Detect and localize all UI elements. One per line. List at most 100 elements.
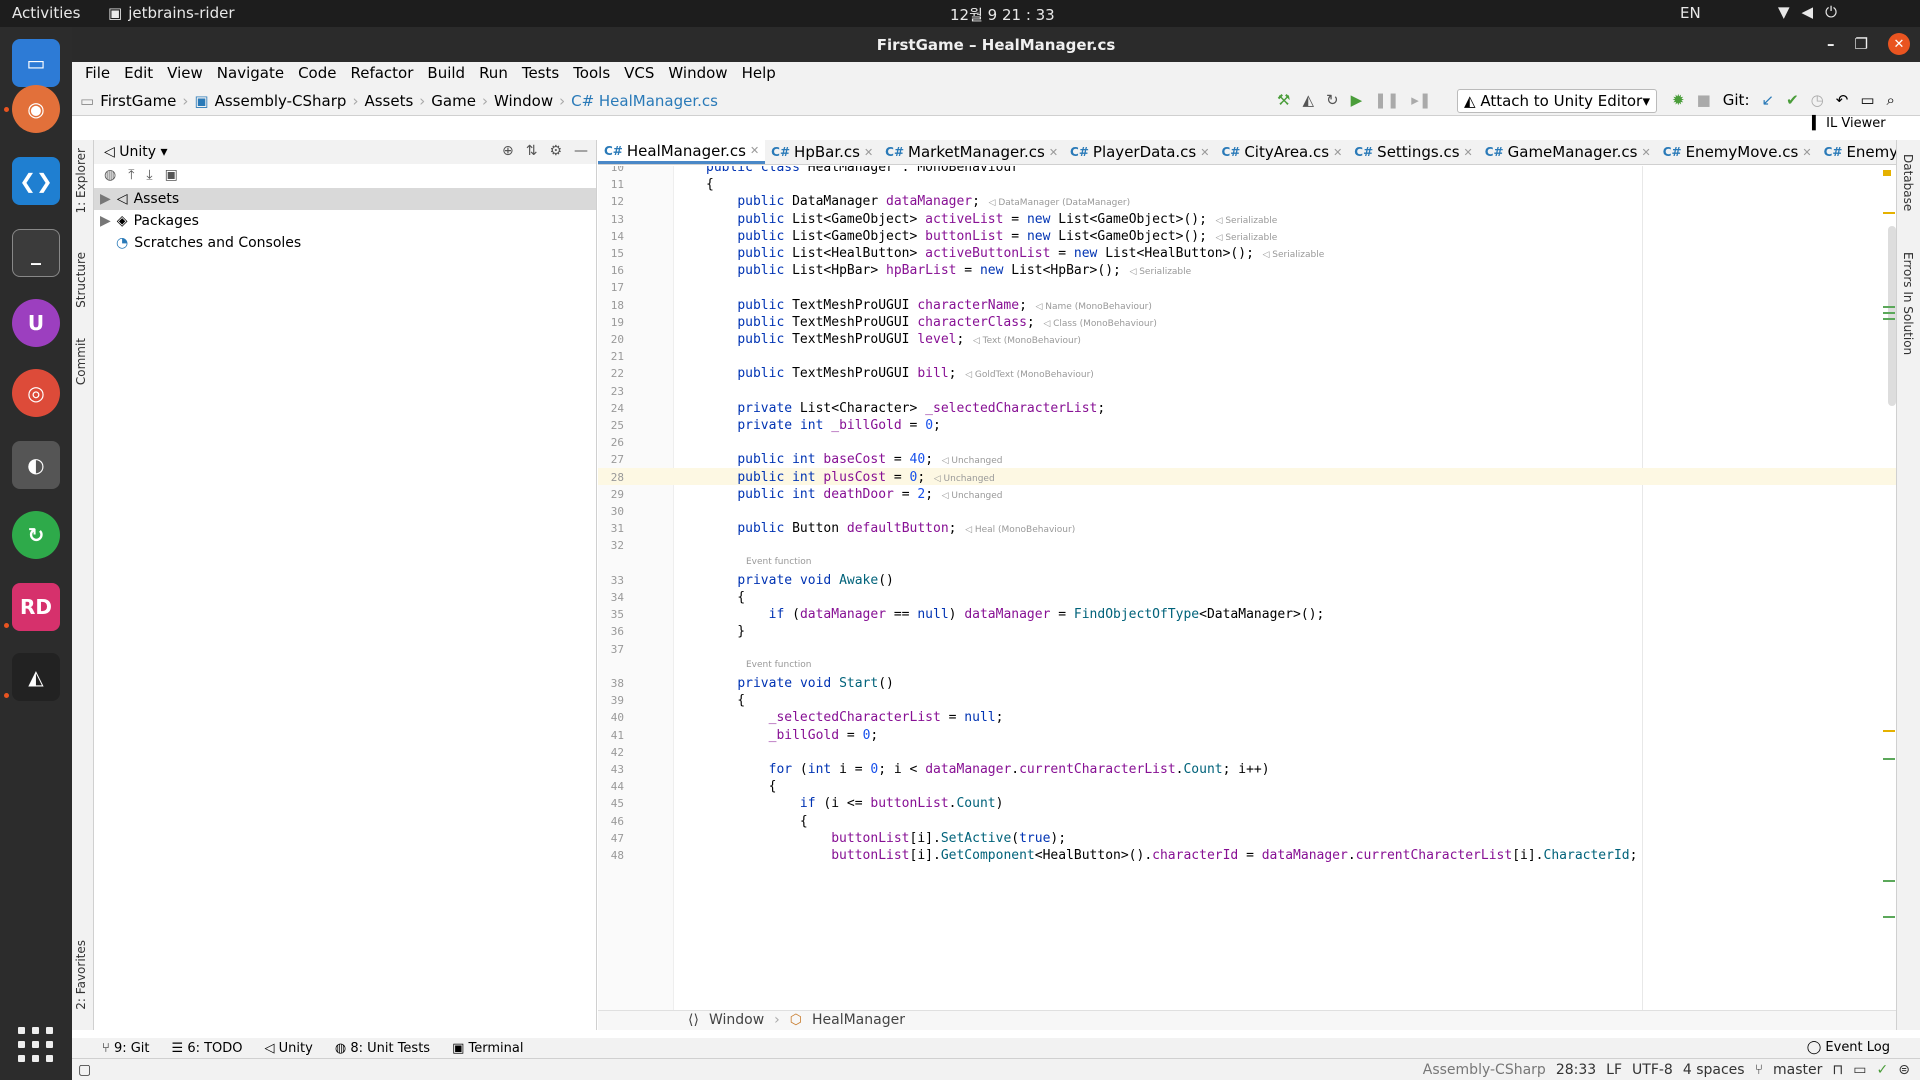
tab-git[interactable]: ⑂ 9: Git (102, 1041, 150, 1056)
search-icon[interactable]: ⌕ (1887, 91, 1895, 109)
line-number[interactable]: 20 (598, 333, 624, 346)
code-line[interactable]: 48 buttonList[i].GetComponent<HealButton… (598, 846, 1896, 863)
terminal-icon[interactable]: _ (12, 229, 60, 277)
close-icon[interactable]: ✕ (1200, 146, 1209, 159)
code-line[interactable]: 34 { (598, 588, 1896, 605)
breadcrumb-file[interactable]: C# HealManager.cs (571, 92, 718, 110)
code-text[interactable]: public DataManager dataManager; ◁ DataMa… (706, 194, 1130, 209)
line-number[interactable]: 33 (598, 574, 624, 587)
code-line[interactable]: 31 public Button defaultButton; ◁ Heal (… (598, 519, 1896, 536)
menu-navigate[interactable]: Navigate (210, 62, 291, 86)
code-text[interactable]: for (int i = 0; i < dataManager.currentC… (706, 762, 1270, 777)
menu-refactor[interactable]: Refactor (343, 62, 420, 86)
code-line[interactable]: 10 public class HealManager : MonoBehavio… (598, 166, 1896, 175)
line-number[interactable]: 36 (598, 625, 624, 638)
code-line[interactable]: 28 public int plusCost = 0; ◁ Unchanged (598, 467, 1896, 485)
code-line[interactable]: 37 (598, 640, 1896, 657)
line-number[interactable]: 37 (598, 643, 624, 656)
line-number[interactable]: 30 (598, 505, 624, 518)
update-manager-icon[interactable]: ↻ (12, 511, 60, 559)
locate-icon[interactable]: ⊕ (502, 143, 514, 159)
menu-code[interactable]: Code (291, 62, 343, 86)
line-number[interactable]: 27 (598, 453, 624, 466)
line-number[interactable]: 12 (598, 195, 624, 208)
code-line[interactable]: 43 for (int i = 0; i < dataManager.curre… (598, 760, 1896, 777)
code-text[interactable]: buttonList[i].GetComponent<HealButton>()… (706, 848, 1637, 863)
usage-hint[interactable]: ◁ Unchanged (925, 474, 995, 484)
code-text[interactable]: if (dataManager == null) dataManager = F… (706, 607, 1325, 622)
code-line[interactable]: 12 public DataManager dataManager; ◁ Dat… (598, 192, 1896, 209)
hide-icon[interactable]: — (574, 143, 588, 159)
breadcrumb-class[interactable]: HealManager (812, 1012, 905, 1029)
check-icon[interactable]: ✓ (1877, 1062, 1889, 1078)
vscode-icon[interactable]: ❮❯ (12, 157, 60, 205)
menu-help[interactable]: Help (735, 62, 783, 86)
usage-hint[interactable]: ◁ Serializable (1254, 250, 1325, 260)
change-marker[interactable] (1883, 318, 1895, 320)
status-caret-position[interactable]: 28:33 (1556, 1062, 1596, 1078)
firefox-icon[interactable]: ◉ (12, 85, 60, 133)
preview-icon[interactable]: ▣ (165, 167, 178, 185)
code-line[interactable]: 15 public List<HealButton> activeButtonL… (598, 244, 1896, 261)
files-app-icon[interactable]: ▭ (12, 39, 60, 87)
line-number[interactable]: 47 (598, 832, 624, 845)
change-marker[interactable] (1883, 758, 1895, 760)
gear-icon[interactable]: ⚙ (549, 143, 562, 159)
line-number[interactable]: 19 (598, 316, 624, 329)
tab-healmanager[interactable]: C# HealManager.cs ✕ (598, 140, 766, 164)
code-text[interactable]: { (706, 693, 745, 708)
code-line[interactable]: 29 public int deathDoor = 2; ◁ Unchanged (598, 485, 1896, 502)
line-number[interactable]: 31 (598, 522, 624, 535)
code-line[interactable]: 36 } (598, 622, 1896, 639)
code-line[interactable]: 38 private void Start() (598, 674, 1896, 691)
usage-hint[interactable]: ◁ Class (MonoBehaviour) (1035, 319, 1157, 329)
code-text[interactable]: buttonList[i].SetActive(true); (706, 831, 1066, 846)
code-text[interactable]: public int deathDoor = 2; ◁ Unchanged (706, 487, 1003, 502)
tab-gamemanager[interactable]: C# GameManager.cs ✕ (1479, 140, 1657, 164)
line-number[interactable]: 39 (598, 694, 624, 707)
code-text[interactable]: _billGold = 0; (706, 728, 879, 743)
menu-file[interactable]: File (78, 62, 117, 86)
line-number[interactable]: 42 (598, 746, 624, 759)
tab-unit-tests[interactable]: ◍ 8: Unit Tests (335, 1041, 430, 1056)
code-text[interactable]: _selectedCharacterList = null; (706, 710, 1004, 725)
breadcrumb-project[interactable]: Assembly-CSharp (215, 92, 347, 110)
unity-refresh-icon[interactable]: ◍ (104, 167, 116, 185)
line-number[interactable]: 10 (598, 166, 624, 174)
usage-hint[interactable]: ◁ Serializable (1207, 233, 1278, 243)
menu-build[interactable]: Build (420, 62, 472, 86)
close-icon[interactable]: ✕ (1802, 146, 1811, 159)
change-marker[interactable] (1883, 880, 1895, 882)
code-text[interactable]: private int _billGold = 0; (706, 418, 941, 433)
code-text[interactable]: private List<Character> _selectedCharact… (706, 401, 1105, 416)
activities-button[interactable]: Activities (12, 4, 80, 22)
code-editor[interactable]: 10 public class HealManager : MonoBehavio… (598, 166, 1896, 1010)
code-line[interactable]: 13 public List<GameObject> activeList = … (598, 210, 1896, 227)
code-line[interactable]: 30 (598, 502, 1896, 519)
screenshot-app-icon[interactable]: ◐ (12, 441, 60, 489)
usage-hint[interactable]: ◁ DataManager (DataManager) (980, 198, 1131, 208)
code-text[interactable]: public int plusCost = 0; ◁ Unchanged (706, 470, 995, 485)
code-text[interactable]: public List<GameObject> activeList = new… (706, 212, 1277, 227)
usage-hint[interactable]: ◁ Unchanged (933, 491, 1003, 501)
tab-enemyai[interactable]: C#EnemyAi.cs✕ (1818, 140, 1896, 164)
code-line[interactable]: 25 private int _billGold = 0; (598, 416, 1896, 433)
menu-run[interactable]: Run (472, 62, 515, 86)
git-history-icon[interactable]: ◷ (1811, 91, 1824, 109)
code-line[interactable]: 19 public TextMeshProUGUI characterClass… (598, 313, 1896, 330)
memory-icon[interactable]: ⊜ (1898, 1062, 1910, 1078)
line-number[interactable]: 43 (598, 763, 624, 776)
line-number[interactable]: 24 (598, 402, 624, 415)
usage-hint[interactable]: ◁ Serializable (1121, 267, 1191, 277)
code-line[interactable]: 35 if (dataManager == null) dataManager … (598, 605, 1896, 622)
code-text[interactable]: public List<GameObject> buttonList = new… (706, 229, 1277, 244)
code-text[interactable]: public List<HpBar> hpBarList = new List<… (706, 263, 1191, 278)
change-marker[interactable] (1883, 312, 1895, 314)
tab-marketmanager[interactable]: C# MarketManager.cs ✕ (879, 140, 1064, 164)
menu-edit[interactable]: Edit (117, 62, 160, 86)
code-line[interactable]: 44 { (598, 777, 1896, 794)
code-line[interactable]: 21 (598, 347, 1896, 364)
tab-unity[interactable]: ◁ Unity (265, 1041, 313, 1056)
unity-icon[interactable]: ◭ (12, 653, 60, 701)
close-icon[interactable]: ✕ (750, 144, 759, 157)
